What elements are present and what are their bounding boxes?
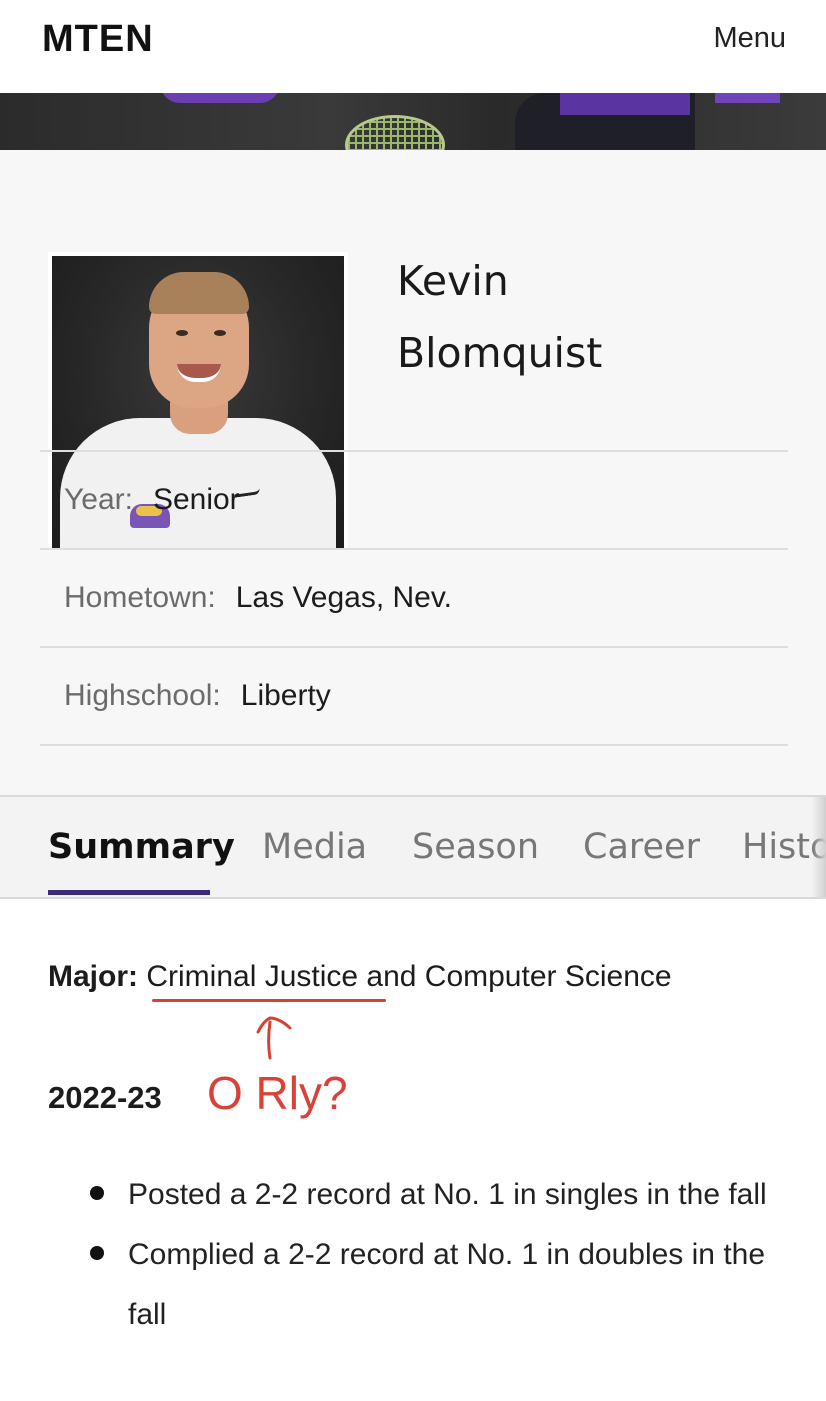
- info-value: Liberty: [240, 679, 331, 712]
- info-row-year: Year: Senior: [40, 450, 788, 548]
- info-row-highschool: Highschool: Liberty: [40, 646, 788, 744]
- player-first-name: Kevin: [397, 257, 509, 305]
- tennis-racket-image: [345, 115, 445, 150]
- tab-career[interactable]: Career: [583, 827, 700, 867]
- site-logo[interactable]: MTEN: [42, 18, 154, 61]
- major-value: Criminal Justice and Computer Science: [146, 960, 672, 993]
- hero-banner-image: [0, 93, 826, 150]
- season-year-heading: 2022-23: [48, 1080, 162, 1115]
- info-row-hometown: Hometown: Las Vegas, Nev.: [40, 548, 788, 646]
- info-value: Las Vegas, Nev.: [235, 581, 452, 614]
- annotation-arrow-icon: [256, 1016, 292, 1060]
- season-highlights-list: Posted a 2-2 record at No. 1 in singles …: [90, 1165, 790, 1345]
- major-label: Major:: [48, 960, 138, 993]
- site-header: MTEN Menu: [0, 0, 826, 93]
- info-label: Highschool:: [64, 679, 221, 712]
- tab-season[interactable]: Season: [412, 827, 539, 867]
- tab-summary[interactable]: Summary: [48, 827, 235, 867]
- major-line: Major: Criminal Justice and Computer Sci…: [48, 960, 672, 994]
- player-last-name: Blomquist: [397, 329, 603, 377]
- divider: [40, 744, 788, 746]
- list-item: Posted a 2-2 record at No. 1 in singles …: [90, 1165, 790, 1225]
- menu-button[interactable]: Menu: [713, 22, 786, 55]
- profile-tabs: Summary Media Season Career Histo: [0, 795, 826, 899]
- active-tab-indicator: [48, 890, 210, 895]
- info-label: Year:: [64, 483, 133, 516]
- info-value: Senior: [152, 483, 240, 516]
- player-profile-panel: Kevin Blomquist Year: Senior Hometown: L…: [0, 150, 826, 795]
- tab-media[interactable]: Media: [262, 827, 367, 867]
- annotation-underline: [152, 999, 386, 1002]
- tab-scroll-fade: [812, 797, 826, 897]
- annotation-text: O Rly?: [207, 1067, 348, 1119]
- info-label: Hometown:: [64, 581, 216, 614]
- player-name: Kevin Blomquist: [397, 245, 602, 389]
- list-item: Complied a 2-2 record at No. 1 in double…: [90, 1225, 790, 1345]
